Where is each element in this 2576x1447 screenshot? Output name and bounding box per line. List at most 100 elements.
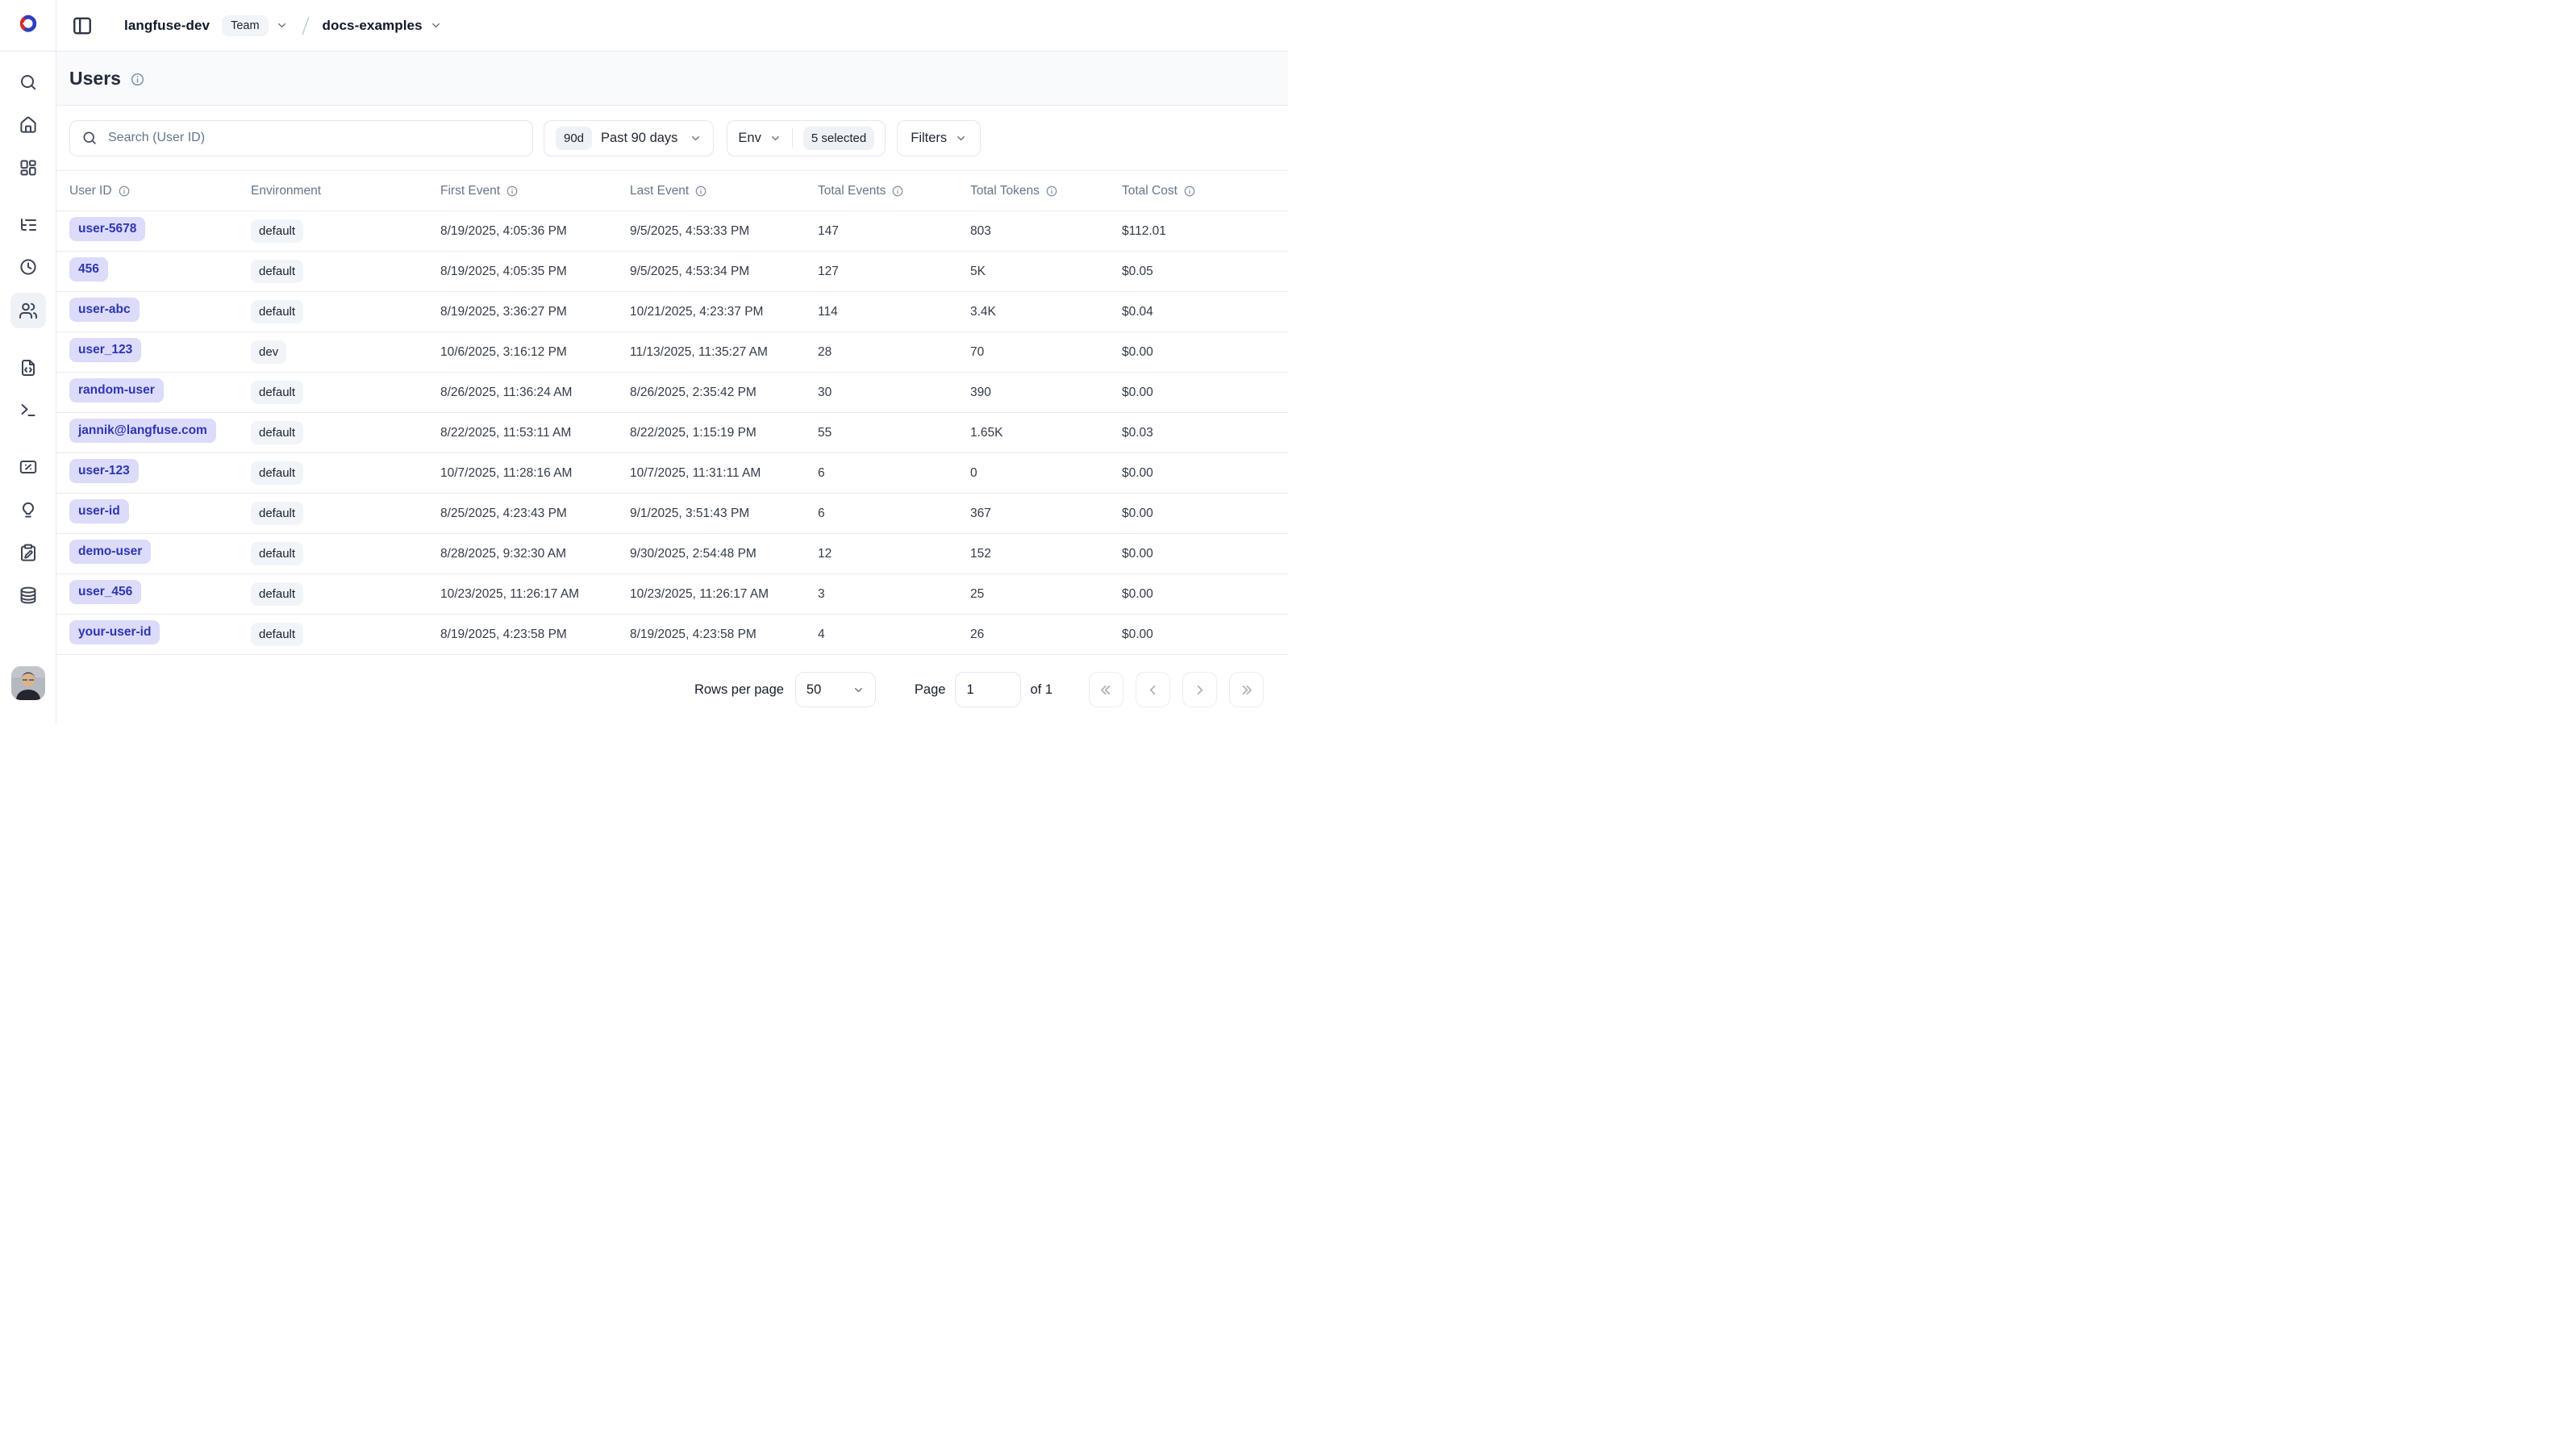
panel-left-icon bbox=[72, 15, 93, 36]
first-page-button[interactable] bbox=[1089, 672, 1123, 707]
table-row[interactable]: user_123dev10/6/2025, 3:16:12 PM11/13/20… bbox=[56, 332, 1288, 373]
sidebar-toggle-button[interactable] bbox=[72, 15, 93, 36]
sidebar-item-prompts[interactable] bbox=[10, 350, 46, 386]
environment-badge: default bbox=[238, 292, 427, 332]
table-row[interactable]: user-123default10/7/2025, 11:28:16 AM10/… bbox=[56, 453, 1288, 494]
table-row[interactable]: user-iddefault8/25/2025, 4:23:43 PM9/1/2… bbox=[56, 494, 1288, 534]
date-range-button[interactable]: 90d Past 90 days bbox=[544, 120, 714, 156]
info-icon[interactable] bbox=[118, 185, 131, 198]
column-header-total-events: Total Events bbox=[805, 171, 957, 211]
total-cost-cell: $0.00 bbox=[1109, 494, 1288, 534]
total-cost-cell: $0.00 bbox=[1109, 574, 1288, 615]
user-id-badge[interactable]: user-abc bbox=[69, 298, 140, 322]
table-row[interactable]: jannik@langfuse.comdefault8/22/2025, 11:… bbox=[56, 413, 1288, 453]
info-icon[interactable] bbox=[1045, 185, 1058, 198]
info-icon[interactable] bbox=[506, 185, 519, 198]
total-tokens-cell: 367 bbox=[957, 494, 1109, 534]
environment-badge: default bbox=[238, 615, 427, 655]
environment-badge: default bbox=[251, 502, 303, 525]
divider bbox=[792, 128, 793, 148]
table-row[interactable]: user_456default10/23/2025, 11:26:17 AM10… bbox=[56, 574, 1288, 615]
total-events-cell: 6 bbox=[805, 494, 957, 534]
table-row[interactable]: user-abcdefault8/19/2025, 3:36:27 PM10/2… bbox=[56, 292, 1288, 332]
org-chevron-down-icon[interactable] bbox=[276, 19, 288, 31]
table-body: user-5678default8/19/2025, 4:05:36 PM9/5… bbox=[56, 211, 1288, 655]
user-id-badge[interactable]: user_123 bbox=[69, 338, 141, 362]
page-number-input[interactable] bbox=[955, 672, 1021, 707]
sidebar-item-dashboards[interactable] bbox=[10, 150, 46, 186]
total-tokens-cell: 26 bbox=[957, 615, 1109, 655]
first-event-cell: 10/23/2025, 11:26:17 AM bbox=[427, 574, 617, 615]
info-icon[interactable] bbox=[891, 185, 904, 198]
first-event-cell: 8/19/2025, 4:05:35 PM bbox=[427, 252, 617, 292]
last-event-cell: 9/1/2025, 3:51:43 PM bbox=[617, 494, 805, 534]
chevron-left-icon bbox=[1145, 682, 1161, 698]
total-cost-cell: $112.01 bbox=[1109, 211, 1288, 252]
column-label: User ID bbox=[69, 184, 112, 198]
column-label: Total Tokens bbox=[970, 184, 1040, 198]
previous-page-button[interactable] bbox=[1136, 672, 1170, 707]
user-id-badge[interactable]: 456 bbox=[69, 257, 108, 281]
filters-button[interactable]: Filters bbox=[897, 120, 981, 156]
page-count-label: of 1 bbox=[1030, 682, 1052, 698]
user-id-badge[interactable]: user_456 bbox=[69, 580, 141, 604]
search-input[interactable] bbox=[106, 130, 521, 146]
total-tokens-cell: 3.4K bbox=[957, 292, 1109, 332]
avatar-photo bbox=[11, 666, 45, 700]
table-row[interactable]: user-5678default8/19/2025, 4:05:36 PM9/5… bbox=[56, 211, 1288, 252]
column-header-wrap: Total Tokens bbox=[970, 184, 1101, 198]
environment-badge: default bbox=[251, 623, 303, 646]
breadcrumb-org-name[interactable]: langfuse-dev bbox=[124, 18, 210, 34]
sidebar-item-scores[interactable] bbox=[10, 449, 46, 485]
user-id-badge[interactable]: random-user bbox=[69, 378, 164, 402]
table-row[interactable]: your-user-id default 8/19/2025, 4:23:58 PM… bbox=[56, 615, 1288, 655]
column-header-last-event: Last Event bbox=[617, 171, 805, 211]
user-avatar[interactable] bbox=[11, 666, 45, 700]
breadcrumb-project-name[interactable]: docs-examples bbox=[323, 18, 423, 34]
column-header-wrap: Total Events bbox=[818, 184, 949, 198]
langfuse-logo[interactable] bbox=[16, 14, 40, 36]
column-header-total-cost: Total Cost bbox=[1109, 171, 1288, 211]
sidebar-item-users[interactable] bbox=[10, 293, 46, 328]
info-icon[interactable] bbox=[694, 185, 707, 198]
chevron-down-icon bbox=[769, 132, 782, 144]
sidebar-item-home[interactable] bbox=[10, 107, 46, 143]
user-id-badge[interactable]: user-5678 bbox=[69, 217, 145, 241]
sidebar-item-evaluation[interactable] bbox=[10, 492, 46, 528]
sidebar-item-datasets[interactable] bbox=[10, 578, 46, 613]
project-chevron-down-icon[interactable] bbox=[430, 19, 442, 31]
sidebar-item-playground[interactable] bbox=[10, 392, 46, 427]
sidebar-item-sessions[interactable] bbox=[10, 249, 46, 285]
user-id-badge[interactable]: demo-user bbox=[69, 540, 151, 564]
column-header-wrap: Last Event bbox=[630, 184, 797, 198]
sidebar-item-tracing[interactable] bbox=[10, 207, 46, 243]
next-page-button[interactable] bbox=[1182, 672, 1217, 707]
environment-badge: default bbox=[251, 300, 303, 323]
sidebar-item-search[interactable] bbox=[10, 65, 46, 100]
user-id-badge[interactable]: jannik@langfuse.com bbox=[69, 419, 216, 443]
environment-filter-button[interactable]: Env 5 selected bbox=[727, 120, 886, 156]
first-event-cell: 8/28/2025, 9:32:30 AM bbox=[427, 534, 617, 574]
sidebar-item-annotation[interactable] bbox=[10, 535, 46, 570]
info-icon[interactable] bbox=[1183, 185, 1196, 198]
date-range-label: Past 90 days bbox=[601, 131, 677, 146]
database-icon bbox=[19, 586, 38, 605]
page-title-info-icon[interactable] bbox=[130, 72, 145, 87]
user-id-badge[interactable]: user-id bbox=[69, 499, 129, 523]
total-tokens-cell: 0 bbox=[957, 453, 1109, 494]
table-row[interactable]: random-userdefault8/26/2025, 11:36:24 AM… bbox=[56, 373, 1288, 413]
total-cost-cell: $0.00 bbox=[1109, 373, 1288, 413]
search-icon bbox=[19, 73, 38, 92]
last-page-button[interactable] bbox=[1229, 672, 1264, 707]
column-header-total-tokens: Total Tokens bbox=[957, 171, 1109, 211]
table-row[interactable]: 456default8/19/2025, 4:05:35 PM9/5/2025,… bbox=[56, 252, 1288, 292]
langfuse-logo-icon bbox=[16, 14, 40, 33]
first-event-cell: 8/19/2025, 3:36:27 PM bbox=[427, 292, 617, 332]
user-id-badge[interactable]: user-123 bbox=[69, 459, 139, 483]
table-row[interactable]: demo-userdefault8/28/2025, 9:32:30 AM9/3… bbox=[56, 534, 1288, 574]
chevron-down-icon bbox=[690, 132, 702, 144]
rows-per-page-select[interactable]: 50 bbox=[795, 672, 876, 707]
last-event-cell: 8/19/2025, 4:23:58 PM bbox=[617, 615, 805, 655]
user-id-badge[interactable]: your-user-id bbox=[69, 620, 160, 644]
table-header-row: User IDEnvironmentFirst EventLast EventT… bbox=[56, 171, 1288, 211]
